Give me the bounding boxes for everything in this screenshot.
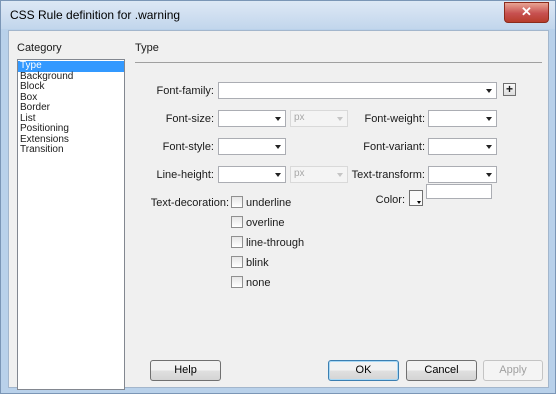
font-family-label: Font-family:: [156, 85, 214, 97]
title-bar[interactable]: CSS Rule definition for .warning ✕: [1, 1, 555, 29]
plus-icon: +: [505, 82, 513, 96]
chevron-down-icon: [486, 145, 492, 149]
font-weight-select[interactable]: [428, 110, 497, 127]
edit-font-list-button[interactable]: +: [503, 83, 516, 96]
color-picker-button[interactable]: [409, 190, 423, 206]
chevron-down-icon: [275, 173, 281, 177]
font-variant-select[interactable]: [428, 138, 497, 155]
color-label: Color:: [375, 194, 405, 206]
text-transform-select[interactable]: [428, 166, 497, 183]
underline-option-label: underline: [246, 197, 292, 209]
close-button[interactable]: ✕: [504, 2, 549, 23]
category-header: Category: [17, 42, 62, 54]
font-family-select[interactable]: [218, 82, 497, 99]
swatch-arrow-icon: [417, 201, 421, 204]
blink-option-label: blink: [246, 257, 269, 269]
line-height-label: Line-height:: [156, 169, 215, 181]
font-style-select[interactable]: [218, 138, 286, 155]
color-input[interactable]: [426, 184, 492, 199]
font-weight-label: Font-weight:: [364, 113, 425, 125]
category-item-border[interactable]: Border: [18, 102, 124, 114]
overline-option-label: overline: [246, 217, 285, 229]
chevron-down-icon: [275, 145, 281, 149]
cancel-button[interactable]: Cancel: [406, 360, 477, 381]
panel-header: Type: [135, 42, 159, 54]
ok-button[interactable]: OK: [328, 360, 399, 381]
overline-checkbox[interactable]: [231, 216, 243, 228]
window-title: CSS Rule definition for .warning: [10, 8, 181, 22]
line-height-select[interactable]: [218, 166, 286, 183]
line-height-unit-select: px: [290, 166, 348, 183]
category-item-block[interactable]: Block: [18, 81, 124, 93]
font-size-label: Font-size:: [165, 113, 214, 125]
header-divider: [135, 62, 542, 63]
underline-checkbox[interactable]: [231, 196, 243, 208]
category-item-type[interactable]: Type: [18, 60, 124, 72]
chevron-down-icon: [486, 117, 492, 121]
help-button[interactable]: Help: [150, 360, 221, 381]
font-style-label: Font-style:: [162, 141, 214, 153]
none-option-label: none: [246, 277, 271, 289]
category-item-transition[interactable]: Transition: [18, 144, 124, 156]
chevron-down-icon: [486, 89, 492, 93]
close-icon: ✕: [521, 4, 532, 19]
category-list[interactable]: Type Background Block Box Border List Po…: [17, 59, 125, 390]
line-through-option-label: line-through: [246, 237, 305, 249]
line-through-checkbox[interactable]: [231, 236, 243, 248]
chevron-down-icon: [337, 173, 343, 177]
font-size-unit-value: px: [294, 112, 305, 123]
font-variant-label: Font-variant:: [363, 141, 425, 153]
dialog-window: CSS Rule definition for .warning ✕ Categ…: [0, 0, 556, 394]
none-checkbox[interactable]: [231, 276, 243, 288]
chevron-down-icon: [275, 117, 281, 121]
chevron-down-icon: [337, 117, 343, 121]
text-transform-label: Text-transform:: [351, 169, 425, 181]
text-decoration-label: Text-decoration:: [150, 197, 229, 209]
font-size-unit-select: px: [290, 110, 348, 127]
category-item-positioning[interactable]: Positioning: [18, 123, 124, 135]
line-height-unit-value: px: [294, 168, 305, 179]
dialog-body: Category Type Type Background Block Box …: [8, 30, 549, 390]
apply-button: Apply: [483, 360, 543, 381]
font-size-select[interactable]: [218, 110, 286, 127]
chevron-down-icon: [486, 173, 492, 177]
blink-checkbox[interactable]: [231, 256, 243, 268]
